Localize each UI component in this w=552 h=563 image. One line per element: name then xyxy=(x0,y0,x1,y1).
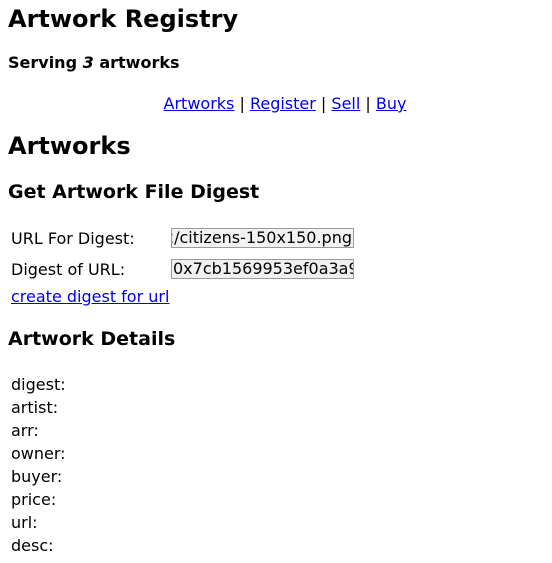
artworks-heading: Artworks xyxy=(8,132,131,160)
nav-link-buy[interactable]: Buy xyxy=(376,94,407,113)
artwork-details-list: digest: artist: arr: owner: buyer: price… xyxy=(11,373,66,557)
nav-separator: | xyxy=(320,94,327,113)
nav-link-register[interactable]: Register xyxy=(250,94,316,113)
detail-buyer-label: buyer: xyxy=(11,467,63,486)
nav-link-artworks[interactable]: Artworks xyxy=(164,94,235,113)
serving-suffix: artworks xyxy=(99,53,180,72)
detail-desc-label: desc: xyxy=(11,536,54,555)
detail-owner-label: owner: xyxy=(11,444,66,463)
main-nav: Artworks | Register | Sell | Buy xyxy=(0,95,552,113)
digest-of-url-label: Digest of URL: xyxy=(11,260,126,279)
artwork-details-heading: Artwork Details xyxy=(8,328,176,350)
create-digest-link[interactable]: create digest for url xyxy=(11,288,169,306)
nav-separator: | xyxy=(365,94,371,113)
nav-separator: | xyxy=(239,94,245,113)
nav-link-sell[interactable]: Sell xyxy=(331,94,360,113)
url-for-digest-input[interactable]: 2/citizens-150x150.png xyxy=(171,228,354,248)
detail-digest-label: digest: xyxy=(11,375,66,394)
digest-section-heading: Get Artwork File Digest xyxy=(8,181,260,203)
url-for-digest-label: URL For Digest: xyxy=(11,229,135,248)
detail-price-label: price: xyxy=(11,490,57,509)
serving-status: Serving 3 artworks xyxy=(8,54,180,72)
artwork-count: 3 xyxy=(82,53,94,72)
detail-url-label: url: xyxy=(11,513,38,532)
page-title: Artwork Registry xyxy=(8,5,239,33)
url-input-value: 2/citizens-150x150.png xyxy=(171,228,352,247)
digest-of-url-input[interactable]: 0x7cb1569953ef0a3a9 xyxy=(171,259,354,279)
detail-arr-label: arr: xyxy=(11,421,39,440)
serving-prefix: Serving xyxy=(8,53,78,72)
detail-artist-label: artist: xyxy=(11,398,59,417)
